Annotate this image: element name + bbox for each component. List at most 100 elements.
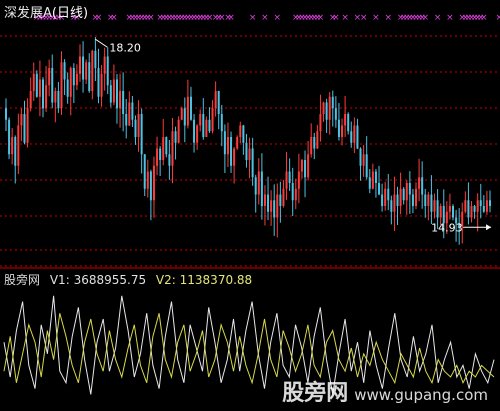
- candle-body: [48, 68, 51, 86]
- candle-body: [11, 137, 14, 155]
- annotation-label: 14.93: [431, 221, 463, 234]
- v2-value: 1138370.88: [179, 273, 253, 287]
- indicator-v2-line: [3, 313, 495, 385]
- candle-body: [387, 188, 390, 201]
- candle-body: [103, 56, 106, 74]
- candle-body: [251, 148, 254, 178]
- candle-body: [146, 171, 149, 189]
- candle-body: [489, 200, 491, 206]
- candle-body: [415, 188, 418, 206]
- candle-body: [14, 137, 17, 166]
- candle-body: [205, 119, 208, 137]
- chart-stage: × × × × × × × × × × × × × × × × × × × × × × × × × × × × × × × × × × × × × × × ×…: [0, 0, 500, 411]
- candle-body: [106, 56, 109, 86]
- candle-body: [69, 68, 72, 97]
- signal-marker: ×: [421, 13, 429, 23]
- candle-body: [140, 114, 143, 155]
- candle-body: [8, 119, 11, 155]
- candle-body: [300, 160, 303, 172]
- candle-body: [149, 171, 152, 201]
- candle-body: [159, 148, 162, 160]
- indicator-header: 股旁网 V1: 3688955.75 V2: 1138370.88: [4, 271, 252, 288]
- candle-body: [174, 131, 177, 143]
- candle-body: [115, 79, 118, 109]
- candle-body: [402, 188, 405, 201]
- candle-body: [362, 154, 365, 166]
- candle-body: [257, 171, 260, 195]
- chart-period: (日线): [51, 6, 89, 21]
- candle-body: [282, 188, 285, 206]
- candle-body: [125, 114, 128, 126]
- candle-body: [78, 56, 81, 74]
- candle-body: [57, 91, 60, 109]
- candle-body: [476, 200, 479, 212]
- candle-body: [214, 91, 217, 109]
- candle-body: [29, 91, 32, 109]
- candle-body: [322, 102, 325, 114]
- v2-label: V2:: [155, 273, 176, 287]
- candle-body: [473, 206, 476, 212]
- candle-body: [100, 73, 103, 97]
- candle-body: [54, 91, 57, 103]
- candle-body: [38, 79, 41, 97]
- signal-marker: ×: [341, 13, 349, 23]
- candle-body: [66, 79, 69, 97]
- annotation-arrowhead: [486, 224, 492, 231]
- candle-body: [427, 194, 430, 206]
- candle-body: [196, 125, 199, 143]
- candle-body: [319, 114, 322, 132]
- signal-marker: ×: [480, 13, 488, 23]
- candle-body: [180, 108, 183, 120]
- candle-body: [152, 165, 155, 201]
- candle-body: [45, 85, 48, 109]
- candle-body: [452, 206, 455, 218]
- candle-body: [202, 114, 205, 137]
- candle-body: [134, 119, 137, 137]
- candle-body: [485, 200, 488, 212]
- signal-marker: ×: [147, 13, 155, 23]
- candle-body: [88, 62, 91, 91]
- candle-body: [168, 154, 171, 166]
- candle-body: [310, 137, 313, 155]
- candle-body: [223, 131, 226, 155]
- candle-body: [371, 171, 374, 189]
- candle-body: [177, 119, 180, 143]
- candle-body: [396, 194, 399, 206]
- candle-body: [433, 200, 436, 212]
- candle-body: [242, 125, 245, 143]
- candle-body: [328, 96, 331, 120]
- signal-marker: ×: [227, 13, 235, 23]
- candle-body: [97, 68, 100, 97]
- signal-marker: ×: [332, 13, 340, 23]
- candle-body: [143, 154, 146, 189]
- candle-body: [408, 183, 411, 195]
- candle-body: [307, 154, 310, 178]
- candle-body: [233, 148, 236, 166]
- annotation-label: 18.20: [109, 41, 141, 54]
- signal-marker: ×: [384, 13, 392, 23]
- candle-body: [137, 114, 140, 137]
- candle-body: [63, 62, 66, 80]
- candle-body: [273, 200, 276, 218]
- candle-body: [337, 119, 340, 137]
- stock-name: 深发展A: [4, 6, 52, 21]
- candle-body: [448, 206, 451, 212]
- signal-marker: ×: [446, 13, 454, 23]
- candle-body: [263, 194, 266, 206]
- candle-body: [26, 108, 29, 143]
- candle-body: [72, 68, 75, 86]
- signal-marker: ×: [95, 13, 103, 23]
- candle-body: [156, 148, 159, 166]
- candle-body: [359, 148, 362, 166]
- candle-body: [51, 68, 54, 103]
- v1-value: 3688955.75: [73, 273, 147, 287]
- candle-body: [390, 200, 393, 212]
- candle-body: [270, 200, 273, 212]
- candle-body: [183, 108, 186, 126]
- v2-readout: V2: 1138370.88: [156, 273, 252, 287]
- candle-body: [230, 137, 233, 166]
- candle-body: [313, 137, 316, 149]
- candle-body: [381, 194, 384, 206]
- candle-body: [393, 194, 396, 212]
- candle-body: [35, 73, 38, 97]
